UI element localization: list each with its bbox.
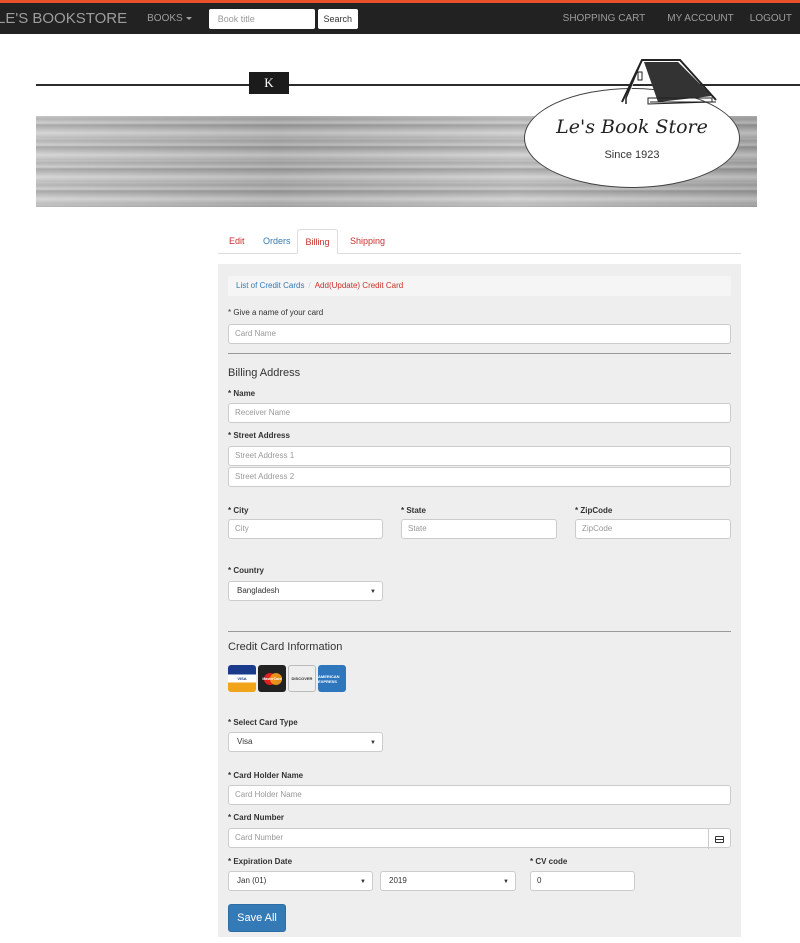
- save-all-button[interactable]: Save All: [228, 904, 286, 932]
- top-navbar: LE'S BOOKSTORE BOOKS Book title Search S…: [0, 3, 800, 34]
- street-address-2-input[interactable]: Street Address 2: [228, 467, 731, 487]
- state-label: * State: [401, 506, 426, 515]
- card-name-input[interactable]: Card Name: [228, 324, 731, 344]
- cv-code-input[interactable]: 0: [530, 871, 635, 891]
- card-number-input[interactable]: Card Number: [228, 828, 731, 849]
- banner-line-left: [36, 84, 250, 86]
- mastercard-logo-text: MasterCard: [262, 676, 282, 681]
- amex-logo-text: AMERICAN EXPRESS: [318, 673, 340, 684]
- street-address-1-input[interactable]: Street Address 1: [228, 446, 731, 466]
- cv-code-label: * CV code: [530, 857, 568, 866]
- navbar-right-links: SHOPPING CART MY ACCOUNT LOGOUT: [555, 13, 800, 24]
- divider: [228, 631, 731, 632]
- breadcrumb-list-cards[interactable]: List of Credit Cards: [236, 281, 304, 290]
- divider: [228, 353, 731, 354]
- visa-logo-text: VISA: [237, 676, 247, 681]
- name-label: * Name: [228, 389, 256, 398]
- tab-orders[interactable]: Orders: [263, 229, 291, 254]
- shopping-cart-link[interactable]: SHOPPING CART: [555, 13, 654, 24]
- billing-panel: List of Credit Cards / Add(Update) Credit …: [218, 264, 741, 937]
- books-dropdown[interactable]: BOOKS: [147, 13, 192, 24]
- breadcrumb: List of Credit Cards / Add(Update) Credit …: [228, 276, 731, 296]
- books-dropdown-label: BOOKS: [147, 13, 183, 24]
- card-holder-input[interactable]: Card Holder Name: [228, 785, 731, 805]
- store-since: Since 1923: [604, 149, 660, 161]
- account-tabs: Edit Orders Billing Shipping: [218, 229, 741, 254]
- card-logos: VISA MasterCard DISCOVER AMERICAN EXPRES…: [228, 665, 346, 692]
- billing-address-heading: Billing Address: [228, 367, 301, 379]
- discover-logo-text: DISCOVER: [291, 676, 313, 681]
- breadcrumb-current: Add(Update) Credit Card: [314, 281, 404, 290]
- receiver-name-input[interactable]: Receiver Name: [228, 403, 731, 423]
- chevron-down-icon: ▼: [370, 589, 376, 595]
- visa-card-icon: VISA: [228, 665, 256, 692]
- country-label: * Country: [228, 566, 264, 575]
- tab-billing[interactable]: Billing: [297, 229, 338, 254]
- search-button[interactable]: Search: [317, 8, 358, 29]
- expiration-month-value: Jan (01): [237, 876, 267, 885]
- chevron-down-icon: ▼: [370, 740, 376, 746]
- card-holder-label: * Card Holder Name: [228, 771, 304, 780]
- card-type-label: * Select Card Type: [228, 718, 298, 727]
- country-select[interactable]: Bangladesh ▼: [228, 581, 383, 601]
- caret-down-icon: [185, 17, 192, 20]
- state-input[interactable]: State: [401, 519, 557, 539]
- zipcode-input[interactable]: ZipCode: [575, 519, 731, 539]
- city-label: * City: [228, 506, 249, 515]
- card-name-label: * Give a name of your card: [228, 308, 324, 317]
- credit-card-info-heading: Credit Card Information: [228, 641, 343, 653]
- store-name: Le's Book Store: [556, 116, 708, 138]
- brand-link[interactable]: LE'S BOOKSTORE: [0, 10, 127, 27]
- my-account-link[interactable]: MY ACCOUNT: [659, 13, 742, 24]
- credit-card-icon: [708, 829, 730, 849]
- zipcode-label: * ZipCode: [575, 506, 613, 515]
- card-type-select[interactable]: Visa ▼: [228, 732, 383, 752]
- mastercard-icon: MasterCard: [258, 665, 286, 692]
- card-number-placeholder: Card Number: [235, 833, 284, 842]
- book-search-input[interactable]: Book title: [208, 8, 315, 29]
- expiration-date-label: * Expiration Date: [228, 857, 293, 866]
- discover-card-icon: DISCOVER: [288, 665, 316, 692]
- banner-line-right: [289, 84, 800, 86]
- street-address-label: * Street Address: [228, 431, 290, 440]
- tab-edit[interactable]: Edit: [229, 229, 245, 254]
- card-type-select-value: Visa: [237, 737, 253, 746]
- chevron-down-icon: ▼: [360, 879, 366, 885]
- country-select-value: Bangladesh: [237, 586, 280, 595]
- city-input[interactable]: City: [228, 519, 383, 539]
- breadcrumb-separator: /: [308, 281, 311, 290]
- expiration-year-value: 2019: [389, 876, 407, 885]
- logout-link[interactable]: LOGOUT: [742, 13, 800, 24]
- card-number-label: * Card Number: [228, 813, 285, 822]
- amex-card-icon: AMERICAN EXPRESS: [318, 665, 346, 692]
- expiration-year-select[interactable]: 2019 ▼: [380, 871, 516, 891]
- chevron-down-icon: ▼: [503, 879, 509, 885]
- banner-k-mark: K: [249, 72, 289, 94]
- tab-shipping[interactable]: Shipping: [350, 229, 385, 254]
- expiration-month-select[interactable]: Jan (01) ▼: [228, 871, 373, 891]
- book-house-icon: [621, 59, 717, 105]
